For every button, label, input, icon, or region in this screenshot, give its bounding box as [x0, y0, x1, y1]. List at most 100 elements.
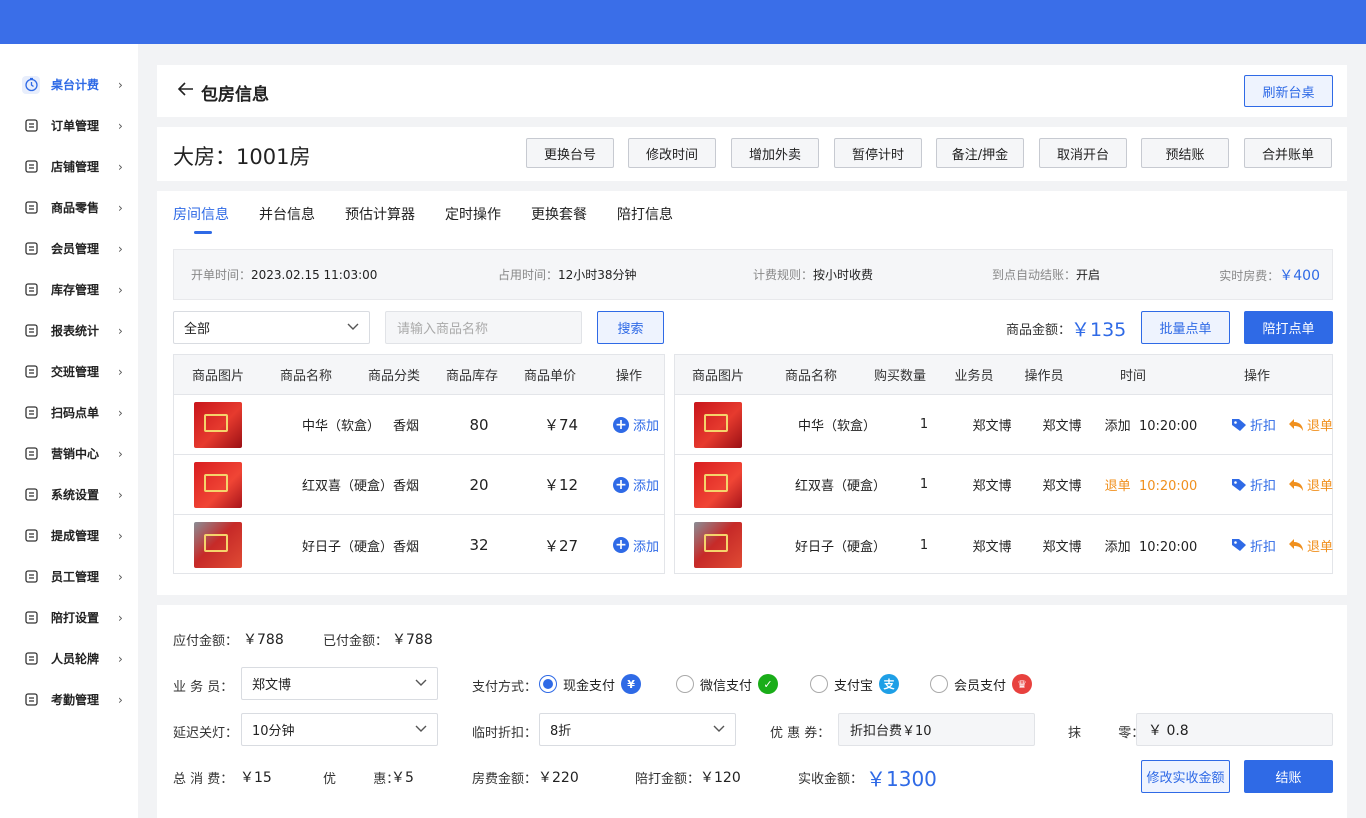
temp-discount-select[interactable]: 8折	[539, 713, 736, 746]
rotation-icon	[22, 650, 40, 668]
chevron-down-icon	[415, 722, 427, 737]
sidebar-item[interactable]: 桌台计费 ›	[0, 64, 138, 105]
sidebar-item[interactable]: 报表统计 ›	[0, 310, 138, 351]
payment-method-label: 支付宝	[834, 678, 874, 694]
room-info-bar: 开单时间：2023.02.15 11:03:00 占用时间：12小时38分钟 计…	[173, 249, 1333, 300]
chevron-right-icon: ›	[118, 364, 123, 379]
cash-icon: ¥	[621, 674, 642, 694]
category-select-value: 全部	[184, 322, 211, 337]
product-name: 好日子（硬盒）	[302, 539, 394, 555]
category-select[interactable]: 全部	[173, 311, 370, 344]
discount-button[interactable]: 折扣	[1231, 415, 1276, 434]
plus-circle-icon: +	[612, 537, 629, 553]
table-header: 商品图片 商品名称 购买数量 业务员 操作员 时间 操作	[675, 355, 1332, 395]
batch-order-button[interactable]: 批量点单	[1141, 311, 1230, 344]
room-action-button[interactable]: 暂停计时	[834, 138, 922, 168]
refresh-tables-button[interactable]: 刷新台桌	[1244, 75, 1333, 107]
discount-button[interactable]: 折扣	[1231, 475, 1276, 494]
payment-method-radio[interactable]: 微信支付 ✓	[676, 674, 779, 694]
chevron-down-icon	[415, 676, 427, 691]
discount-label: 折扣	[1249, 419, 1276, 434]
room-action-button[interactable]: 合并账单	[1244, 138, 1332, 168]
sidebar-item[interactable]: 交班管理 ›	[0, 351, 138, 392]
column-header: 操作	[1243, 369, 1270, 384]
product-search-input[interactable]: 请输入商品名称	[385, 311, 582, 344]
sidebar-item[interactable]: 营销中心 ›	[0, 433, 138, 474]
round-off-field[interactable]: ￥ 0.8	[1136, 713, 1333, 746]
crown-icon: ♛	[1012, 674, 1033, 694]
refund-button[interactable]: 退单	[1288, 536, 1333, 555]
tab[interactable]: 预估计算器	[345, 204, 415, 230]
room-fee-value: ￥220	[538, 770, 579, 786]
alipay-icon: 支	[879, 674, 900, 694]
chevron-right-icon: ›	[118, 405, 123, 420]
top-bar	[0, 0, 1366, 44]
billing-rule-value: 按小时收费	[813, 268, 874, 282]
sidebar-item[interactable]: 提成管理 ›	[0, 515, 138, 556]
tab[interactable]: 房间信息	[173, 204, 229, 234]
add-product-button[interactable]: + 添加	[612, 415, 659, 434]
column-header: 商品分类	[367, 369, 420, 384]
room-action-button[interactable]: 备注/押金	[936, 138, 1024, 168]
sidebar-item[interactable]: 会员管理 ›	[0, 228, 138, 269]
chevron-right-icon: ›	[118, 118, 123, 133]
shopping-bag-icon	[22, 199, 40, 217]
room-action-button[interactable]: 预结账	[1141, 138, 1229, 168]
tab[interactable]: 陪打信息	[617, 204, 673, 230]
delay-light-select[interactable]: 10分钟	[241, 713, 438, 746]
accompany-order-button[interactable]: 陪打点单	[1244, 311, 1333, 344]
sidebar-item[interactable]: 人员轮牌 ›	[0, 638, 138, 679]
salesperson-select[interactable]: 郑文博	[241, 667, 438, 700]
order-quantity: 1	[919, 477, 929, 492]
order-icon	[22, 117, 40, 135]
room-action-button[interactable]: 更换台号	[526, 138, 614, 168]
sidebar-item[interactable]: 陪打设置 ›	[0, 597, 138, 638]
order-operator: 郑文博	[1042, 539, 1082, 555]
column-header: 业务员	[954, 369, 994, 384]
sidebar-item[interactable]: 库存管理 ›	[0, 269, 138, 310]
sidebar-item[interactable]: 扫码点单 ›	[0, 392, 138, 433]
coupon-field[interactable]: 折扣台费￥10	[838, 713, 1035, 746]
sidebar-item[interactable]: 员工管理 ›	[0, 556, 138, 597]
sidebar-item-label: 库存管理	[51, 283, 100, 297]
add-product-button[interactable]: + 添加	[612, 475, 659, 494]
delay-light-select-value: 10分钟	[252, 724, 295, 739]
chevron-right-icon: ›	[118, 77, 123, 92]
product-name: 中华（软盒）	[302, 419, 381, 434]
room-action-button[interactable]: 修改时间	[628, 138, 716, 168]
room-action-button[interactable]: 增加外卖	[731, 138, 819, 168]
order-type: 退单	[1104, 479, 1131, 494]
payment-method-radio[interactable]: 会员支付 ♛	[930, 674, 1033, 694]
search-button[interactable]: 搜索	[597, 311, 664, 344]
sidebar-item[interactable]: 订单管理 ›	[0, 105, 138, 146]
delay-light-label: 延迟关灯：	[173, 726, 239, 741]
auto-checkout-label: 到点自动结账：	[992, 268, 1077, 282]
refund-button[interactable]: 退单	[1288, 475, 1333, 494]
table-row: 红双喜（硬盒） 香烟 20 ￥12 + 添加	[174, 455, 664, 515]
add-product-button[interactable]: + 添加	[612, 536, 659, 555]
modify-actual-amount-button[interactable]: 修改实收金额	[1141, 760, 1230, 793]
discount-button[interactable]: 折扣	[1231, 536, 1276, 555]
arrow-left-icon[interactable]	[177, 80, 195, 103]
accompany-fee-label: 陪打金额：	[635, 772, 701, 787]
refund-button[interactable]: 退单	[1288, 415, 1333, 434]
wechat-icon: ✓	[758, 674, 779, 694]
sidebar-item[interactable]: 店铺管理 ›	[0, 146, 138, 187]
sidebar-item[interactable]: 系统设置 ›	[0, 474, 138, 515]
actual-amount-label: 实收金额：	[798, 772, 864, 787]
settle-button[interactable]: 结账	[1244, 760, 1333, 793]
sidebar-item-label: 营销中心	[51, 447, 100, 461]
room-action-button[interactable]: 取消开台	[1039, 138, 1127, 168]
tag-icon	[1231, 418, 1246, 431]
product-category: 香烟	[392, 539, 419, 555]
chevron-right-icon: ›	[118, 487, 123, 502]
order-product-name: 好日子（硬盒）	[795, 539, 887, 555]
tab[interactable]: 定时操作	[445, 204, 501, 230]
tag-icon	[1231, 478, 1246, 491]
tab[interactable]: 并台信息	[259, 204, 315, 230]
payment-method-radio[interactable]: 现金支付 ¥	[539, 674, 642, 694]
sidebar-item[interactable]: 商品零售 ›	[0, 187, 138, 228]
tab[interactable]: 更换套餐	[531, 204, 587, 230]
payment-method-radio[interactable]: 支付宝支	[810, 674, 900, 694]
sidebar-item[interactable]: 考勤管理 ›	[0, 679, 138, 720]
